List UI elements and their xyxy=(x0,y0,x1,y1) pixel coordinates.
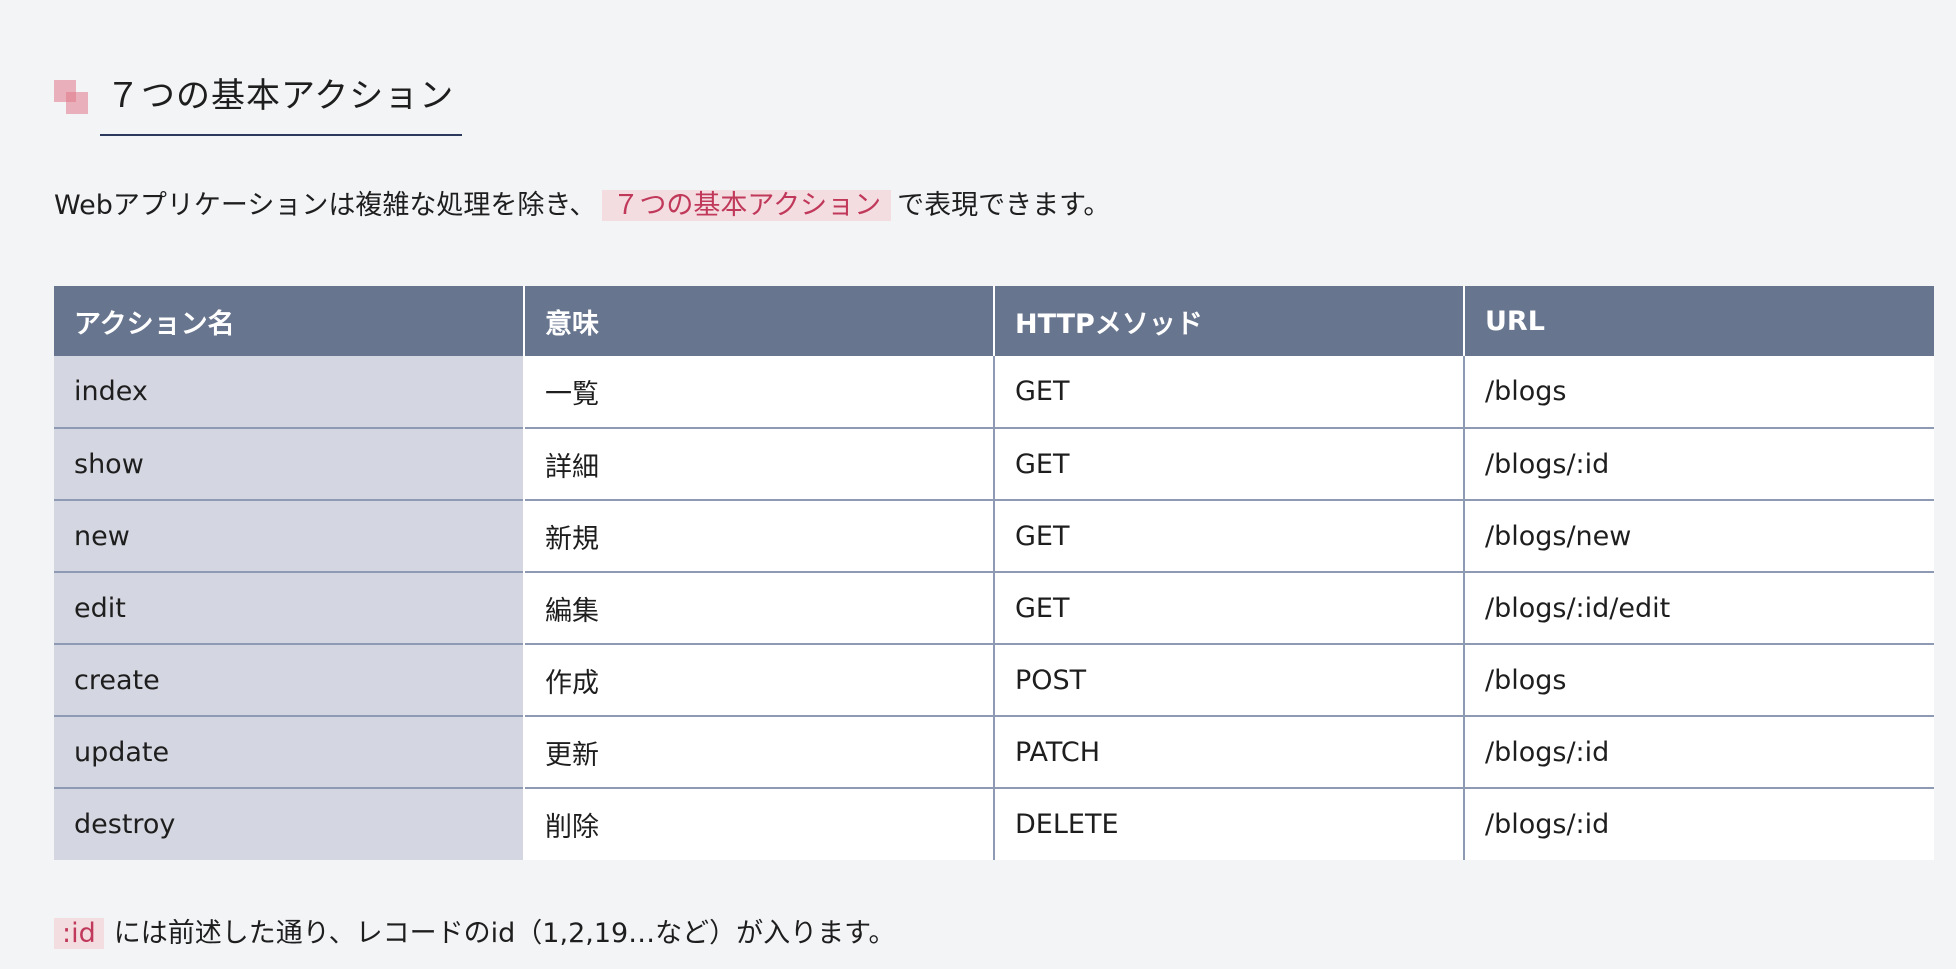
meaning-cell: 一覧 xyxy=(524,356,995,428)
table-row: index 一覧 GET /blogs xyxy=(54,356,1934,428)
url-cell: /blogs/:id xyxy=(1464,787,1934,860)
header-http-method: HTTPメソッド xyxy=(994,286,1465,356)
meaning-cell: 新規 xyxy=(524,499,995,572)
method-cell: GET xyxy=(994,499,1465,572)
url-cell: /blogs/:id xyxy=(1464,715,1934,788)
action-name-cell: new xyxy=(54,499,525,572)
action-name-cell: destroy xyxy=(54,787,525,860)
action-name-cell: edit xyxy=(54,571,525,644)
heading-title: ７つの基本アクション xyxy=(100,72,463,136)
table-row: update 更新 PATCH /blogs/:id xyxy=(54,715,1934,788)
method-cell: GET xyxy=(994,571,1465,644)
method-cell: PATCH xyxy=(994,715,1465,788)
header-meaning: 意味 xyxy=(524,286,995,356)
header-action-name: アクション名 xyxy=(54,286,525,356)
action-name-cell: update xyxy=(54,715,525,788)
url-cell: /blogs/:id xyxy=(1464,427,1934,500)
method-cell: DELETE xyxy=(994,787,1465,860)
action-name-cell: create xyxy=(54,643,525,716)
actions-table: アクション名 意味 HTTPメソッド URL index 一覧 GET /blo… xyxy=(54,286,1934,860)
table-header-row: アクション名 意味 HTTPメソッド URL xyxy=(54,286,1934,356)
method-cell: POST xyxy=(994,643,1465,716)
action-name-cell: show xyxy=(54,427,525,500)
intro-text-after: で表現できます。 xyxy=(897,190,1111,221)
meaning-cell: 作成 xyxy=(524,643,995,716)
intro-highlight: ７つの基本アクション xyxy=(602,190,892,221)
url-cell: /blogs/new xyxy=(1464,499,1934,572)
heading-squares-icon xyxy=(54,80,88,114)
meaning-cell: 更新 xyxy=(524,715,995,788)
method-cell: GET xyxy=(994,427,1465,500)
table-row: create 作成 POST /blogs xyxy=(54,643,1934,716)
page: ７つの基本アクション Webアプリケーションは複雑な処理を除き、 ７つの基本アクシ… xyxy=(0,0,1956,969)
table-row: destroy 削除 DELETE /blogs/:id xyxy=(54,787,1934,860)
action-name-cell: index xyxy=(54,356,525,428)
table-row: new 新規 GET /blogs/new xyxy=(54,499,1934,572)
meaning-cell: 編集 xyxy=(524,571,995,644)
url-cell: /blogs xyxy=(1464,356,1934,428)
meaning-cell: 削除 xyxy=(524,787,995,860)
url-cell: /blogs/:id/edit xyxy=(1464,571,1934,644)
header-url: URL xyxy=(1464,286,1934,356)
footnote-paragraph: :id には前述した通り、レコードのid（1,2,19…など）が入ります。 xyxy=(54,914,896,954)
inline-code: :id xyxy=(54,918,104,949)
footnote-text: には前述した通り、レコードのid（1,2,19…など）が入ります。 xyxy=(113,918,896,949)
url-cell: /blogs xyxy=(1464,643,1934,716)
intro-text-before: Webアプリケーションは複雑な処理を除き、 xyxy=(54,190,597,221)
intro-paragraph: Webアプリケーションは複雑な処理を除き、 ７つの基本アクション で表現できます。 xyxy=(54,186,1110,226)
meaning-cell: 詳細 xyxy=(524,427,995,500)
table-row: show 詳細 GET /blogs/:id xyxy=(54,427,1934,500)
table-row: edit 編集 GET /blogs/:id/edit xyxy=(54,571,1934,644)
method-cell: GET xyxy=(994,356,1465,428)
